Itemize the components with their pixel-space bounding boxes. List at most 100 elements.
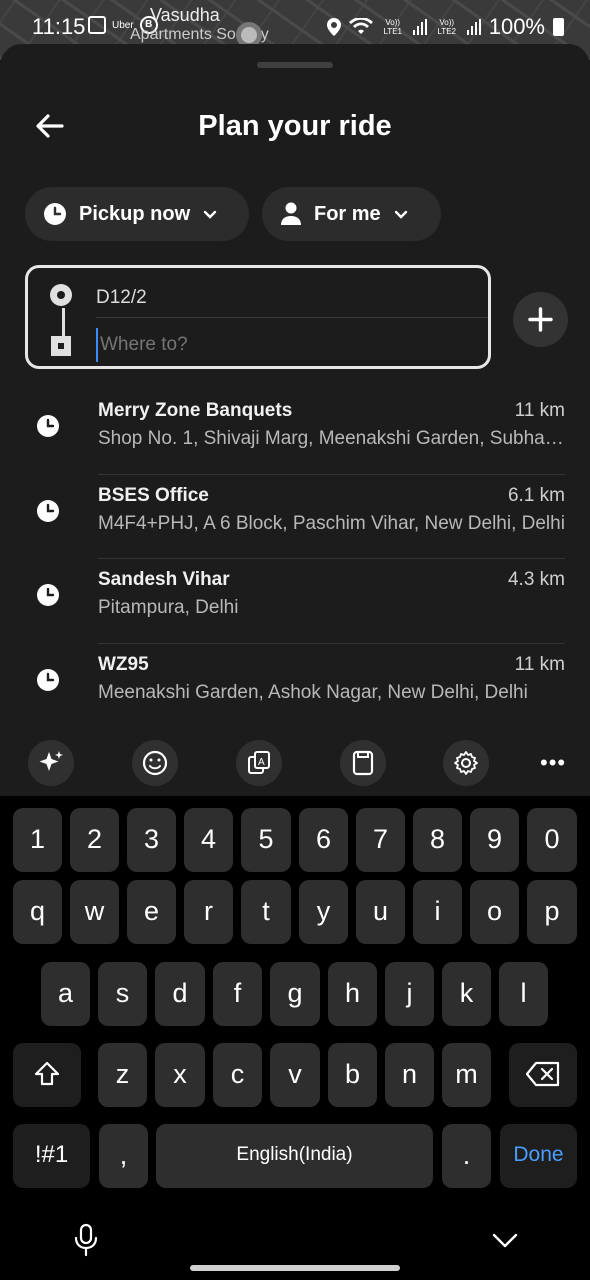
voice-input-button[interactable] <box>70 1222 102 1258</box>
sheet-grabber[interactable] <box>257 62 333 68</box>
battery-percent: 100% <box>488 14 545 39</box>
key-x[interactable]: x <box>155 1043 205 1107</box>
key-n[interactable]: n <box>385 1043 434 1107</box>
key-7[interactable]: 7 <box>356 808 405 872</box>
shift-key[interactable] <box>13 1043 81 1107</box>
sparkle-icon <box>39 751 63 771</box>
keyboard-toolbar: A ••• <box>0 726 590 796</box>
place-name: Sandesh Vihar <box>98 569 230 590</box>
rider-label: For me <box>314 202 381 225</box>
clock-icon <box>37 584 59 606</box>
hide-keyboard-button[interactable] <box>490 1228 520 1252</box>
key-v[interactable]: v <box>270 1043 320 1107</box>
list-item[interactable]: WZ95 11 km Meenakshi Garden, Ashok Nagar… <box>0 644 590 728</box>
clock-icon <box>37 415 59 437</box>
wifi-icon <box>348 18 373 34</box>
key-i[interactable]: i <box>413 880 462 944</box>
place-name: BSES Office <box>98 484 209 506</box>
key-t[interactable]: t <box>241 880 291 944</box>
status-right: Vo)) LTE1 Vo)) LTE2 100% <box>326 14 564 40</box>
key-b[interactable]: b <box>328 1043 377 1107</box>
key-j[interactable]: j <box>385 962 434 1026</box>
key-l[interactable]: l <box>499 962 548 1026</box>
place-address: Meenakshi Garden, Ashok Nagar, New Delhi… <box>98 681 528 703</box>
key-3[interactable]: 3 <box>127 808 176 872</box>
place-distance: 11 km <box>514 653 565 675</box>
clock-icon <box>37 668 59 691</box>
key-y[interactable]: y <box>299 880 348 944</box>
pickup-dot-icon <box>50 284 72 306</box>
key-e[interactable]: e <box>127 880 176 944</box>
list-item[interactable]: Sandesh Vihar 4.3 km Pitampura, Delhi <box>0 559 590 644</box>
key-5[interactable]: 5 <box>241 808 291 872</box>
period-key[interactable]: . <box>442 1124 491 1188</box>
signal-icon-2 <box>466 19 481 35</box>
space-key[interactable]: English(India) <box>156 1124 433 1188</box>
translate-icon: A <box>248 751 270 774</box>
route-divider <box>96 317 488 318</box>
emoji-icon <box>142 750 168 776</box>
list-item[interactable]: BSES Office 6.1 km M4F4+PHJ, A 6 Block, … <box>0 475 590 559</box>
key-h[interactable]: h <box>328 962 377 1026</box>
home-indicator[interactable] <box>190 1265 400 1271</box>
key-2[interactable]: 2 <box>70 808 119 872</box>
key-c[interactable]: c <box>213 1043 262 1107</box>
microphone-icon <box>74 1223 98 1257</box>
comma-key[interactable]: , <box>99 1124 148 1188</box>
backspace-key[interactable] <box>509 1043 577 1107</box>
signal-icon-1 <box>412 19 427 35</box>
clipboard-button[interactable] <box>340 740 386 786</box>
key-z[interactable]: z <box>98 1043 147 1107</box>
key-a[interactable]: a <box>41 962 90 1026</box>
symbols-key[interactable]: !#1 <box>13 1124 90 1188</box>
add-stop-button[interactable] <box>513 292 568 347</box>
clipboard-icon <box>352 750 374 776</box>
map-label: Vasudha <box>150 5 220 25</box>
keyboard: 1 2 3 4 5 6 7 8 9 0 q w e r t y u i o p … <box>0 796 590 1280</box>
page-title: Plan your ride <box>198 110 392 142</box>
keyboard-settings-button[interactable] <box>443 740 489 786</box>
destination-input[interactable] <box>96 328 490 362</box>
key-r[interactable]: r <box>184 880 233 944</box>
key-f[interactable]: f <box>213 962 262 1026</box>
place-address: Shop No. 1, Shivaji Marg, Meenakshi Gard… <box>98 428 566 449</box>
route-input-box: D12/2 <box>25 265 491 369</box>
emoji-button[interactable] <box>132 740 178 786</box>
key-s[interactable]: s <box>98 962 147 1026</box>
pickup-location-field[interactable]: D12/2 <box>96 280 486 316</box>
key-w[interactable]: w <box>70 880 119 944</box>
translate-button[interactable]: A <box>236 740 282 786</box>
plan-ride-sheet: Plan your ride Pickup now For me D12/2 M… <box>0 44 590 796</box>
chevron-down-icon <box>492 1233 518 1248</box>
key-o[interactable]: o <box>470 880 519 944</box>
key-q[interactable]: q <box>13 880 62 944</box>
pickup-time-chip[interactable]: Pickup now <box>25 187 249 241</box>
rider-chip[interactable]: For me <box>262 187 441 241</box>
key-0[interactable]: 0 <box>527 808 577 872</box>
place-address: M4F4+PHJ, A 6 Block, Paschim Vihar, New … <box>98 512 565 534</box>
done-key[interactable]: Done <box>500 1124 577 1188</box>
key-4[interactable]: 4 <box>184 808 233 872</box>
key-6[interactable]: 6 <box>299 808 348 872</box>
plus-icon <box>528 307 553 332</box>
key-8[interactable]: 8 <box>413 808 462 872</box>
key-m[interactable]: m <box>442 1043 491 1107</box>
status-time: 11:15 <box>32 14 86 39</box>
key-d[interactable]: d <box>155 962 205 1026</box>
ai-sparkle-button[interactable] <box>28 740 74 786</box>
backspace-icon <box>525 1061 560 1087</box>
key-1[interactable]: 1 <box>13 808 62 872</box>
list-item[interactable]: Merry Zone Banquets 11 km Shop No. 1, Sh… <box>0 390 590 475</box>
key-g[interactable]: g <box>270 962 320 1026</box>
key-u[interactable]: u <box>356 880 405 944</box>
chevron-down-icon <box>203 210 217 219</box>
more-options-button[interactable]: ••• <box>540 750 566 776</box>
key-9[interactable]: 9 <box>470 808 519 872</box>
key-k[interactable]: k <box>442 962 491 1026</box>
destination-square-icon <box>51 336 71 356</box>
location-icon <box>326 18 341 36</box>
lte1-label: Vo)) LTE1 <box>383 18 402 36</box>
key-p[interactable]: p <box>527 880 577 944</box>
route-connector <box>62 308 65 338</box>
place-address: Pitampura, Delhi <box>98 597 239 618</box>
